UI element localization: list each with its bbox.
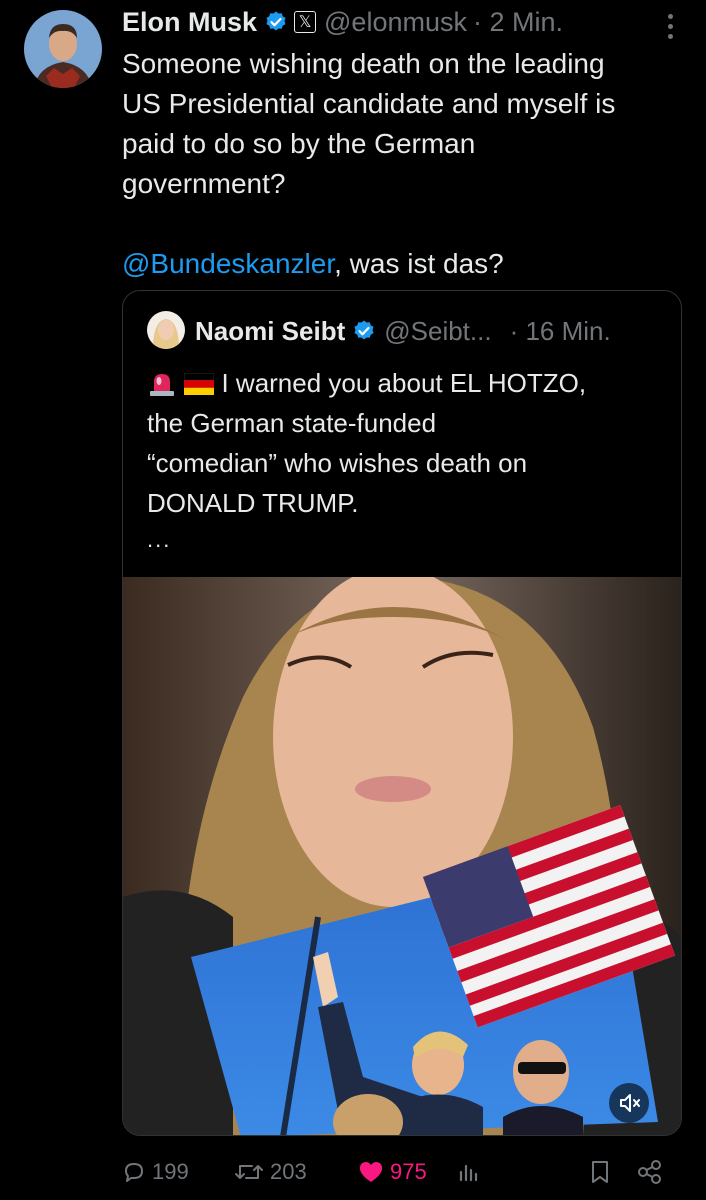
repost-button[interactable]: 203 — [234, 1152, 307, 1192]
bookmark-button[interactable] — [588, 1152, 618, 1192]
siren-icon — [150, 374, 174, 396]
post-text: Someone wishing death on the leading US … — [122, 48, 616, 279]
speaker-muted-icon — [620, 1094, 640, 1112]
quoted-text: I warned you about EL HOTZO, the German … — [147, 368, 587, 518]
quoted-header: Naomi Seibt @Seibt... · 16 Min. — [195, 313, 665, 349]
post-header: Elon Musk 𝕏 @elonmusk · 2 Min. — [122, 6, 686, 38]
more-options-icon[interactable] — [668, 14, 674, 44]
verified-badge-icon — [266, 11, 286, 31]
bookmark-icon — [592, 1161, 608, 1183]
german-flag-icon — [183, 372, 215, 395]
reply-button[interactable]: 199 — [122, 1152, 189, 1192]
quoted-post-time: · 16 Min. — [509, 315, 611, 346]
show-more-ellipsis[interactable]: ... — [147, 527, 171, 553]
mention-link[interactable]: @Bundeskanzler — [122, 248, 334, 279]
x-affiliation-icon: 𝕏 — [294, 11, 317, 33]
views-button[interactable] — [456, 1152, 486, 1192]
reply-icon — [125, 1163, 143, 1182]
mute-toggle[interactable] — [609, 1083, 649, 1123]
share-button[interactable] — [636, 1152, 670, 1192]
action-bar: 199 203 975 — [122, 1152, 682, 1192]
author-handle[interactable]: @elonmusk — [324, 7, 467, 38]
video-thumbnail[interactable] — [123, 567, 681, 1135]
post-time[interactable]: · 2 Min. — [473, 7, 563, 38]
quoted-author-name[interactable]: Naomi Seibt — [195, 316, 345, 347]
verified-badge-icon — [354, 320, 374, 340]
quoted-post[interactable]: Naomi Seibt @Seibt... · 16 Min. I warned… — [122, 290, 682, 1136]
like-button[interactable]: 975 — [358, 1152, 427, 1192]
share-icon — [638, 1160, 661, 1184]
quoted-author-avatar[interactable] — [147, 311, 185, 349]
like-count: 975 — [390, 1159, 427, 1184]
views-chart-icon — [459, 1164, 478, 1182]
author-avatar[interactable] — [24, 10, 102, 88]
quoted-author-handle[interactable]: @Seibt... — [384, 316, 491, 347]
heart-filled-icon — [359, 1162, 383, 1182]
author-name[interactable]: Elon Musk — [122, 7, 257, 38]
repost-icon — [235, 1165, 263, 1179]
reply-count: 199 — [152, 1159, 189, 1184]
repost-count: 203 — [270, 1159, 307, 1184]
